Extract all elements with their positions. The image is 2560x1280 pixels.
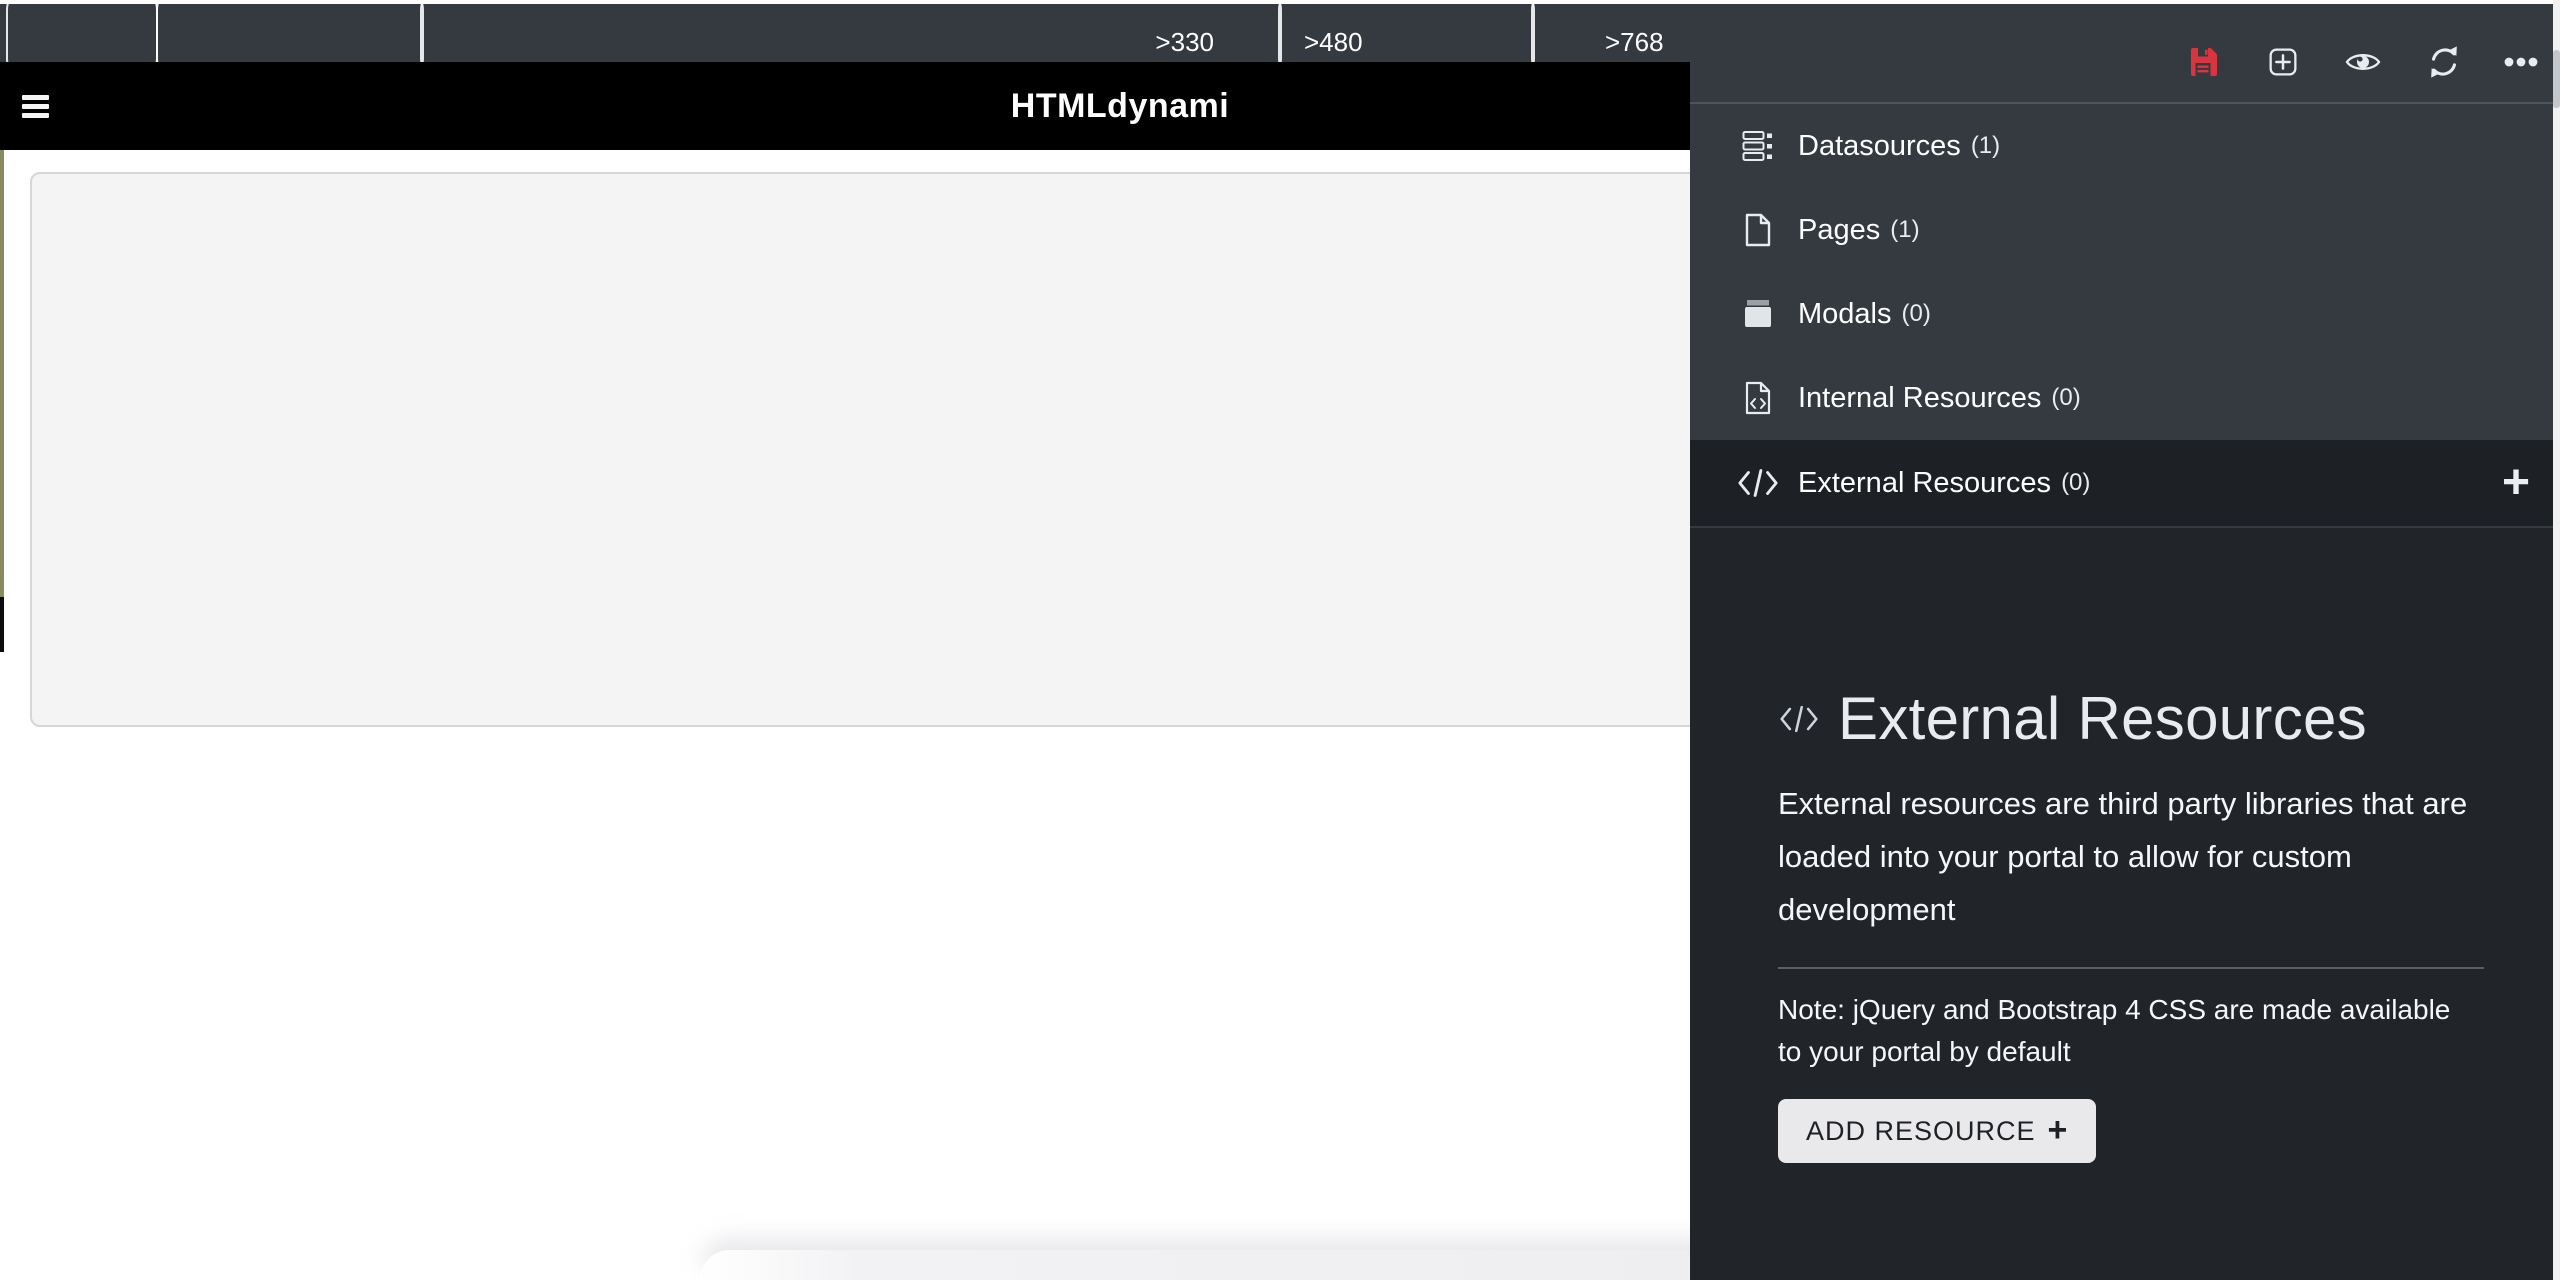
sidebar-item-count: (1): [1971, 132, 2000, 160]
code-icon: [1736, 465, 1780, 501]
left-edge-strip-dark: [0, 597, 4, 652]
breakpoint-tab-330[interactable]: >330: [420, 4, 1282, 62]
left-edge-strip: [0, 150, 4, 597]
breakpoint-tab-1[interactable]: [6, 4, 158, 62]
breakpoint-tab-label: >768: [1605, 27, 1664, 58]
detail-note: Note: jQuery and Bootstrap 4 CSS are mad…: [1778, 989, 2468, 1073]
breakpoint-tab-480[interactable]: >480: [1278, 4, 1535, 62]
sidebar-item-count: (0): [1902, 300, 1931, 328]
sidebar-item-modals[interactable]: Modals (0): [1690, 272, 2560, 356]
builder-sidebar: Datasources (1) Pages (1) Modals (0): [1690, 0, 2560, 1280]
breakpoint-tab-label: >480: [1304, 27, 1363, 58]
scrollbar-thumb[interactable]: [2553, 50, 2560, 108]
sidebar-toolbar: [1690, 0, 2560, 104]
sidebar-item-count: (0): [2051, 384, 2080, 412]
breakpoint-tab-768[interactable]: >768: [1531, 4, 1690, 62]
add-resource-button[interactable]: ADD RESOURCE +: [1778, 1099, 2096, 1163]
page-scrollbar[interactable]: [2553, 0, 2560, 1280]
add-external-resource-icon[interactable]: +: [2502, 459, 2530, 507]
breakpoint-tabbar: >330 >480 >768: [0, 4, 1690, 62]
detail-heading: External Resources: [1778, 684, 2560, 753]
more-icon[interactable]: [2501, 42, 2541, 82]
sidebar-item-label: Datasources: [1798, 130, 1961, 163]
sidebar-item-label: External Resources: [1798, 467, 2051, 500]
external-resources-detail-panel: External Resources External resources ar…: [1690, 528, 2560, 1280]
sidebar-menu: Datasources (1) Pages (1) Modals (0): [1690, 104, 2560, 526]
detail-description: External resources are third party libra…: [1778, 777, 2468, 936]
sidebar-item-count: (0): [2061, 469, 2090, 497]
plus-icon: +: [2048, 1113, 2069, 1147]
breakpoint-tab-label: >330: [1155, 27, 1214, 58]
sidebar-item-pages[interactable]: Pages (1): [1690, 188, 2560, 272]
file-code-icon: [1736, 380, 1780, 416]
refresh-icon[interactable]: [2424, 42, 2464, 82]
add-resource-button-label: ADD RESOURCE: [1806, 1116, 2036, 1147]
top-hairline: [0, 0, 2560, 4]
file-icon: [1736, 212, 1780, 248]
sidebar-item-label: Modals: [1798, 298, 1892, 331]
sidebar-item-internal-resources[interactable]: Internal Resources (0): [1690, 356, 2560, 440]
server-icon: [1736, 128, 1780, 164]
detail-title: External Resources: [1838, 684, 2367, 753]
code-icon: [1778, 704, 1820, 734]
add-icon[interactable]: [2263, 42, 2303, 82]
breakpoint-tab-2[interactable]: [156, 4, 424, 62]
window-icon: [1736, 296, 1780, 332]
sidebar-item-datasources[interactable]: Datasources (1): [1690, 104, 2560, 188]
sidebar-item-label: Internal Resources: [1798, 382, 2041, 415]
sidebar-item-count: (1): [1890, 216, 1919, 244]
sidebar-item-external-resources[interactable]: External Resources (0) +: [1690, 440, 2560, 526]
preview-eye-icon[interactable]: [2343, 42, 2383, 82]
sidebar-item-label: Pages: [1798, 214, 1880, 247]
save-icon[interactable]: [2184, 42, 2224, 82]
detail-divider: [1778, 967, 2484, 969]
